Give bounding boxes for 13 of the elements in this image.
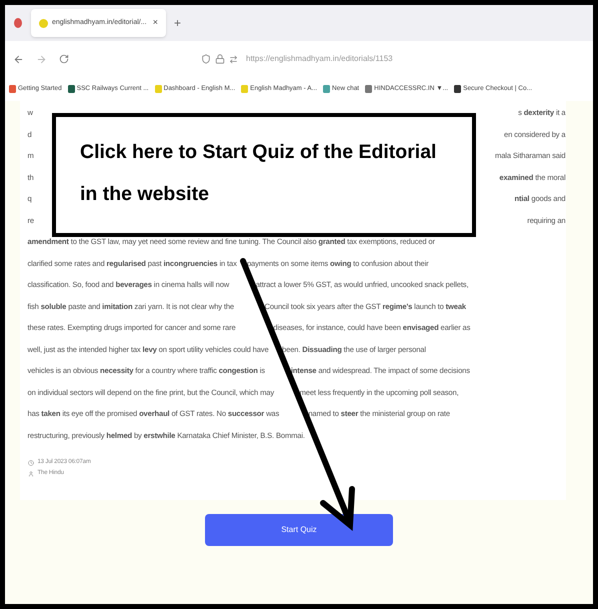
lock-icon (215, 54, 225, 64)
clock-icon (28, 460, 34, 466)
author-icon (28, 470, 34, 476)
permissions-icon (229, 54, 238, 64)
site-icon (39, 18, 48, 28)
reload-icon[interactable] (59, 54, 69, 64)
browser-logo-icon (13, 17, 23, 29)
callout-box: Click here to Start Quiz of the Editorial in the website (52, 113, 476, 237)
shield-icon (201, 54, 211, 64)
new-tab-button[interactable]: + (174, 14, 182, 32)
start-quiz-button[interactable]: Start Quiz (205, 514, 393, 546)
back-icon[interactable] (13, 54, 24, 64)
close-button[interactable]: × (152, 16, 158, 30)
